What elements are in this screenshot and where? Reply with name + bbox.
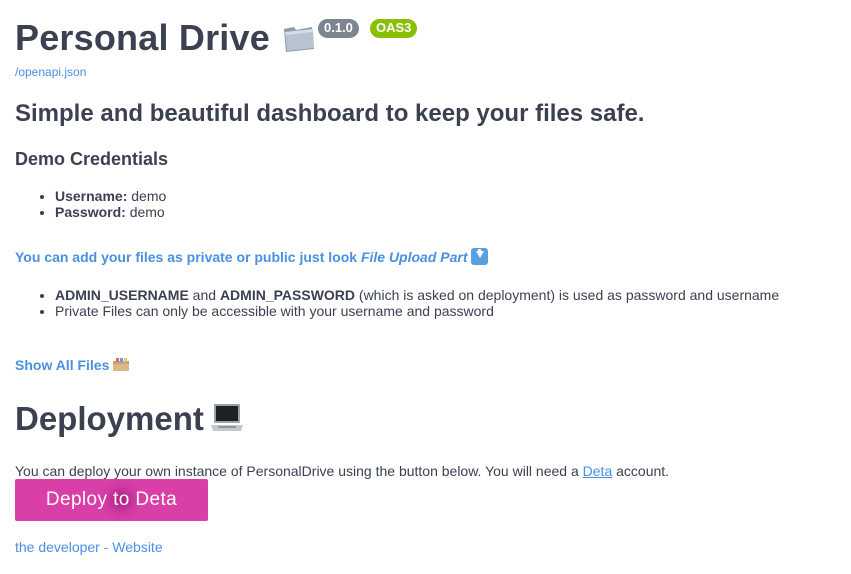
down-arrow-icon: [470, 248, 488, 265]
openapi-json-link[interactable]: /openapi.json: [15, 65, 86, 79]
private-files-note: Private Files can only be accessible wit…: [55, 303, 494, 319]
tagline-heading: Simple and beautiful dashboard to keep y…: [15, 100, 645, 127]
credentials-list: Username: demo Password: demo: [15, 188, 166, 220]
show-all-files-text: Show All Files: [15, 357, 110, 373]
upload-link-emphasis: File Upload Part: [360, 249, 468, 265]
deta-link[interactable]: Deta: [583, 463, 613, 479]
oas-badge: OAS3: [370, 19, 418, 38]
api-title: Personal Drive: [15, 14, 316, 62]
password-label: Password:: [55, 204, 126, 220]
list-item: Password: demo: [55, 204, 166, 220]
upload-link-text: You can add your files as private or pub…: [15, 249, 361, 265]
username-value: demo: [127, 188, 167, 204]
deployment-heading: Deployment: [15, 398, 244, 440]
password-value: demo: [125, 204, 165, 220]
laptop-icon: [210, 404, 243, 431]
list-item: Username: demo: [55, 188, 166, 204]
rules-and: and: [188, 287, 220, 303]
list-item: ADMIN_USERNAME and ADMIN_PASSWORD (which…: [55, 287, 851, 303]
version-badge: 0.1.0: [318, 19, 359, 38]
show-all-files-link[interactable]: Show All Files: [15, 357, 130, 373]
file-upload-part-link[interactable]: You can add your files as private or pub…: [15, 248, 488, 265]
list-item: Private Files can only be accessible wit…: [55, 303, 851, 319]
deployment-description: You can deploy your own instance of Pers…: [15, 463, 669, 480]
api-title-text: Personal Drive: [15, 17, 270, 58]
deploy-to-deta-button[interactable]: Deploy to Deta: [15, 479, 208, 521]
rules-rest: (which is asked on deployment) is used a…: [355, 287, 780, 303]
demo-credentials-heading: Demo Credentials: [15, 149, 169, 169]
deployment-text-after: account.: [612, 463, 670, 479]
deployment-heading-text: Deployment: [15, 400, 204, 437]
rules-list: ADMIN_USERNAME and ADMIN_PASSWORD (which…: [15, 287, 851, 319]
file-folder-icon: [284, 27, 315, 52]
username-label: Username:: [55, 188, 128, 204]
developer-website-link[interactable]: the developer - Website: [15, 539, 163, 555]
deployment-text-before: You can deploy your own instance of Pers…: [15, 463, 583, 479]
admin-username-term: ADMIN_USERNAME: [55, 287, 189, 303]
box-icon: [113, 358, 130, 371]
admin-password-term: ADMIN_PASSWORD: [219, 287, 356, 303]
deploy-button-label: Deploy to Deta: [45, 489, 178, 510]
